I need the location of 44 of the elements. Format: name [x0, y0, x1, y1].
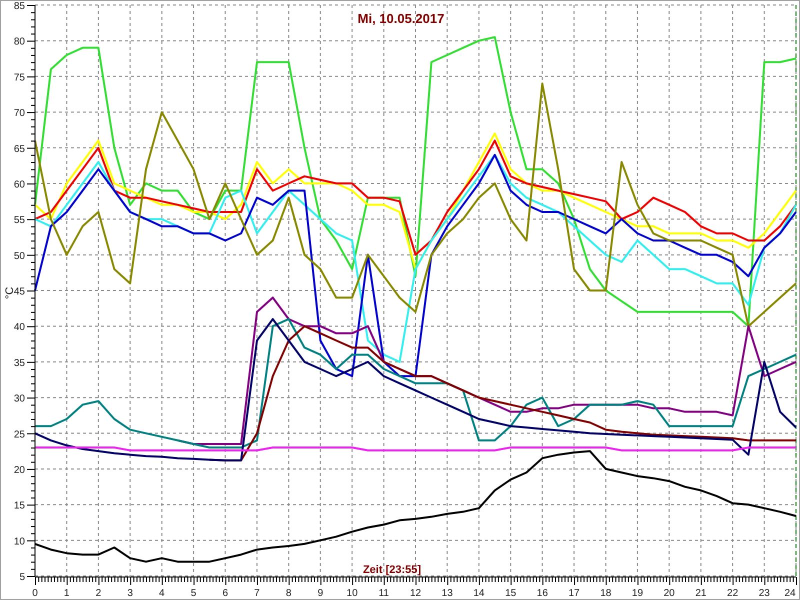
y-tick-label: 75: [14, 72, 25, 84]
x-tick-label: 2: [96, 588, 102, 599]
x-tick-label: 4: [159, 588, 165, 599]
chart-title: Mi, 10.05.2017: [358, 11, 444, 26]
y-tick-label: 5: [19, 572, 25, 583]
x-tick-label: 6: [222, 588, 228, 599]
x-tick-label: 15: [505, 588, 516, 599]
x-tick-label: 7: [254, 588, 260, 599]
x-tick-label: 12: [410, 588, 422, 599]
x-tick-label: 21: [695, 588, 706, 599]
x-tick-label: 5: [190, 588, 196, 599]
x-tick-label: 20: [664, 588, 675, 599]
x-tick-label: 9: [318, 588, 324, 599]
x-tick-label: 14: [473, 588, 484, 599]
y-tick-label: 10: [14, 536, 25, 548]
y-tick-label: 40: [14, 322, 25, 334]
y-tick-label: 25: [14, 429, 25, 440]
x-tick-label: 24: [784, 588, 796, 599]
y-tick-label: 30: [14, 394, 25, 405]
y-tick-label: 50: [14, 250, 25, 262]
y-tick-label: 20: [14, 464, 25, 476]
x-tick-label: 23: [758, 588, 770, 599]
x-tick-label: 22: [727, 588, 738, 599]
x-tick-label: 17: [568, 588, 580, 599]
x-tick-label: 18: [600, 588, 612, 599]
y-tick-label: 65: [14, 144, 25, 155]
x-tick-label: 1: [64, 588, 70, 599]
x-tick-label: 0: [32, 588, 38, 599]
y-tick-label: 45: [14, 286, 25, 298]
x-tick-label: 19: [632, 588, 644, 599]
y-tick-label: 35: [14, 358, 25, 369]
y-tick-label: 70: [14, 108, 25, 120]
x-axis-label: Zeit [23:55]: [362, 564, 422, 576]
x-tick-label: 16: [536, 588, 548, 599]
x-tick-label: 10: [346, 588, 358, 599]
y-tick-label: 15: [14, 500, 25, 512]
y-tick-label: 80: [14, 36, 25, 48]
x-tick-label: 3: [127, 588, 133, 599]
y-tick-label: 60: [14, 179, 25, 190]
x-tick-label: 8: [286, 588, 292, 599]
x-tick-label: 11: [378, 588, 389, 599]
x-tick-label: 13: [442, 588, 453, 599]
y-tick-label: 55: [14, 215, 25, 226]
y-tick-label: 85: [14, 1, 25, 12]
